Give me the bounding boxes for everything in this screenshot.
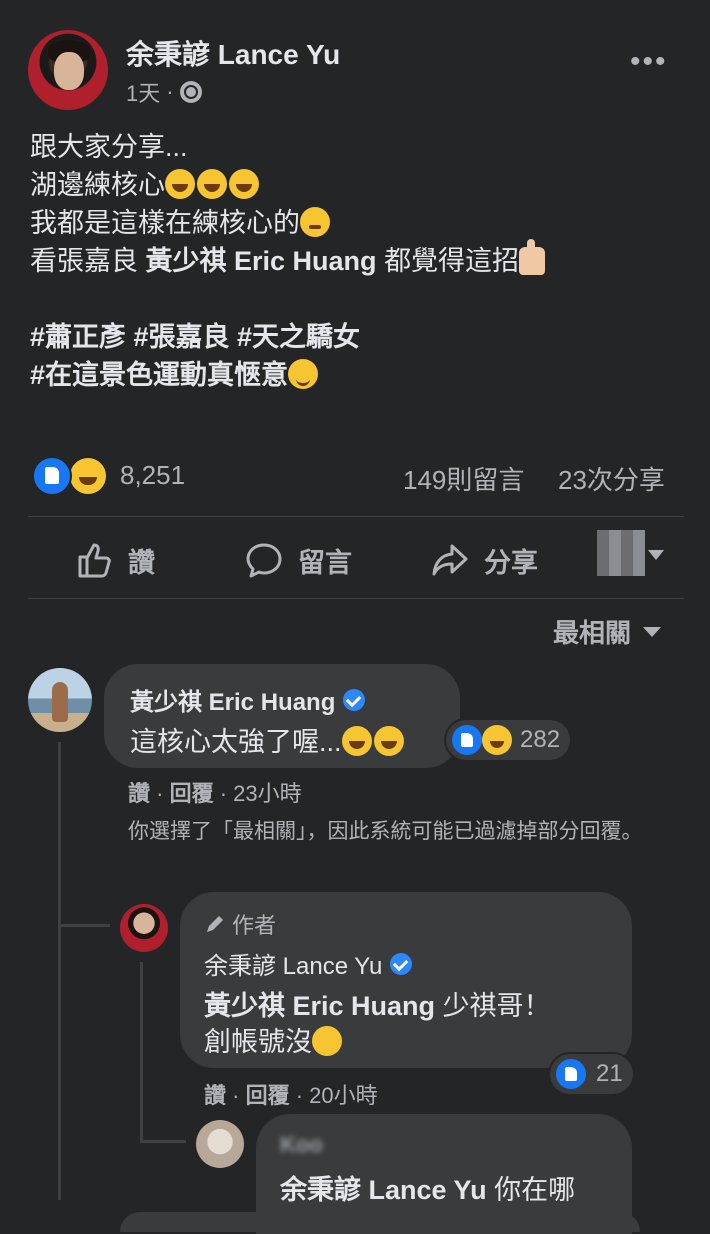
thread-line [140, 962, 143, 1142]
comment-text: 這核心太強了喔... [130, 720, 406, 759]
comment-like-button[interactable]: 讚 [128, 781, 150, 806]
thread-line [58, 742, 61, 1200]
comment-actions: 讚 · 回覆 · 20小時 [204, 1083, 378, 1108]
post-time[interactable]: 1天 [126, 76, 160, 108]
comment-reactions[interactable]: 282 [446, 720, 571, 760]
post-line-text: 我都是這樣在練核心的 [30, 208, 300, 238]
reaction-count: 282 [520, 726, 561, 753]
post-line: 看張嘉良 黃少祺 Eric Huang 都覺得這招 [30, 239, 690, 280]
post-line-text: 湖邊練核心 [30, 170, 165, 200]
commenter-avatar[interactable] [120, 904, 168, 952]
share-arrow-icon [432, 544, 468, 576]
chevron-down-icon[interactable] [648, 550, 664, 560]
comment-reactions[interactable]: 21 [550, 1054, 633, 1094]
like-label: 讚 [128, 547, 155, 578]
haha-reaction-icon[interactable] [68, 456, 108, 496]
comment-count[interactable]: 149則留言 [403, 460, 524, 497]
post-line: 跟大家分享... [30, 132, 188, 162]
comment-text-body: 少祺哥！ [435, 991, 551, 1021]
thread-line [140, 1140, 186, 1143]
comment-bubble-partial [120, 1212, 640, 1232]
comment-time[interactable]: 20小時 [309, 1083, 377, 1108]
chevron-down-icon [643, 626, 662, 637]
relieved-emoji-icon [288, 359, 319, 389]
comment-actions: 讚 · 回覆 · 23小時 [128, 781, 302, 806]
divider [28, 516, 684, 517]
audience-selector-avatar[interactable] [597, 530, 645, 576]
share-button[interactable]: 分享 [430, 538, 538, 582]
mention-link[interactable]: 余秉諺 Lance Yu [280, 1175, 487, 1205]
mention-link[interactable]: 黃少祺 Eric Huang [146, 246, 377, 276]
grin-emoji-icon [373, 726, 404, 756]
post-meta: 1天 · [126, 76, 202, 108]
comment-text: 創帳號沒 [204, 1020, 344, 1059]
post-line-text: 都覺得這招 [384, 246, 520, 276]
comment-text-body: 創帳號沒 [204, 1027, 312, 1057]
post-body: 跟大家分享... 湖邊練核心 我都是這樣在練核心的 看張嘉良 黃少祺 Eric … [30, 128, 690, 394]
grin-emoji-icon [341, 726, 372, 756]
author-avatar[interactable] [28, 30, 108, 110]
commenter-name[interactable]: Koo [280, 1132, 323, 1158]
flushed-emoji-icon [312, 1026, 342, 1056]
hashtag-link[interactable]: #在這景色運動真愜意 [30, 360, 288, 390]
filter-notice: 你選擇了「最相關」，因此系統可能已過濾掉部分回覆。 [128, 820, 643, 843]
post-line: 我都是這樣在練核心的 [30, 204, 690, 242]
comment-bubble: 黃少祺 Eric Huang 這核心太強了喔... [104, 664, 460, 768]
reaction-count: 21 [596, 1060, 623, 1087]
comment-like-button[interactable]: 讚 [204, 1083, 226, 1108]
like-reaction-icon [554, 1057, 588, 1091]
comment-time[interactable]: 23小時 [233, 781, 301, 806]
rofl-emoji-icon [229, 169, 259, 199]
post-line-text: 看張嘉良 [30, 246, 138, 276]
thread-line [58, 924, 110, 927]
commenter-name[interactable]: 余秉諺 Lance Yu [204, 946, 413, 981]
author-badge-label: 作者 [232, 913, 277, 938]
reaction-count[interactable]: 8,251 [120, 460, 185, 491]
commenter-name[interactable]: 黃少祺 Eric Huang [130, 682, 366, 717]
comment-text: 余秉諺 Lance Yu 你在哪 [280, 1168, 575, 1207]
meta-separator: · [166, 79, 174, 104]
rofl-emoji-icon [197, 169, 227, 199]
commenter-avatar[interactable] [196, 1120, 244, 1168]
author-badge: 作者 [204, 908, 276, 940]
thumbs-up-emoji-icon [519, 239, 546, 275]
like-button[interactable]: 讚 [74, 538, 155, 582]
hashtag-line[interactable]: #蕭正彥 #張嘉良 #天之驕女 [30, 318, 690, 356]
triumph-emoji-icon [300, 207, 330, 237]
share-count[interactable]: 23次分享 [558, 460, 665, 497]
share-label: 分享 [484, 547, 538, 578]
divider [28, 598, 684, 599]
comment-sort-dropdown[interactable]: 最相關 [553, 613, 662, 650]
comment-reply-button[interactable]: 回覆 [246, 1083, 290, 1108]
hashtag-line: #在這景色運動真愜意 [30, 356, 690, 394]
post-line: 湖邊練核心 [30, 166, 690, 204]
mention-link[interactable]: 黃少祺 Eric Huang [204, 991, 435, 1021]
sort-label: 最相關 [553, 618, 632, 648]
pencil-icon [207, 916, 223, 932]
comment-button[interactable]: 留言 [244, 538, 352, 582]
comment-reply-button[interactable]: 回覆 [170, 781, 214, 806]
rofl-emoji-icon [165, 169, 195, 199]
thumbs-up-icon [78, 543, 111, 578]
comment-text-body: 你在哪 [486, 1175, 576, 1205]
commenter-name-text: 黃少祺 Eric Huang [130, 689, 336, 716]
verified-badge-icon [343, 688, 366, 711]
globe-icon [179, 81, 202, 103]
comment-text: 黃少祺 Eric Huang 少祺哥！ [204, 984, 551, 1023]
comment-bubble: 作者 余秉諺 Lance Yu 黃少祺 Eric Huang 少祺哥！ 創帳號沒 [180, 892, 632, 1068]
post-author-name[interactable]: 余秉諺 Lance Yu [126, 33, 340, 73]
commenter-name-text: 余秉諺 Lance Yu [204, 953, 383, 980]
comment-text-body: 這核心太強了喔... [130, 727, 342, 757]
commenter-avatar[interactable] [28, 668, 92, 732]
comment-label: 留言 [298, 547, 352, 578]
haha-reaction-icon [482, 725, 512, 755]
like-reaction-icon[interactable] [32, 456, 72, 496]
like-reaction-icon [450, 723, 484, 757]
more-options-icon[interactable]: ••• [630, 47, 668, 77]
comment-bubble-icon [246, 543, 282, 578]
verified-badge-icon [390, 952, 413, 975]
